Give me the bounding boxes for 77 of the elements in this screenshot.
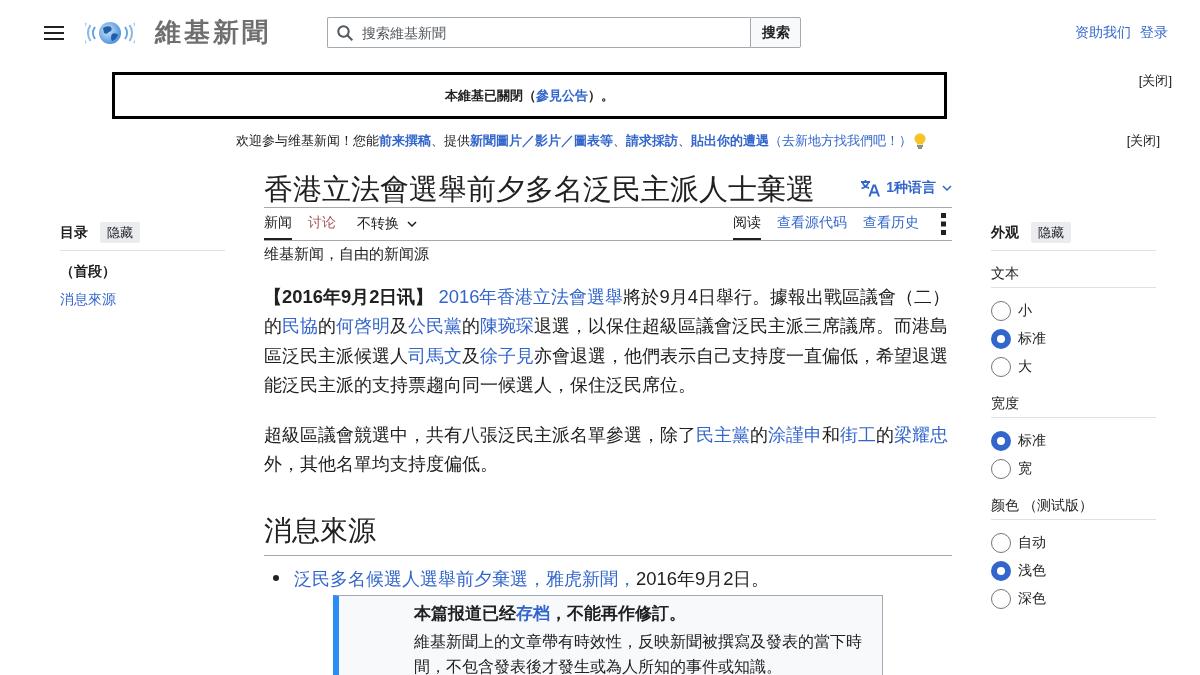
article-link[interactable]: 民主黨 [696, 424, 750, 446]
archive-text: 維基新聞上的文章帶有時效性，反映新聞被撰寫及發表的當下時間，不包含發表後才發生或為人所知的事件或知識。 [414, 631, 863, 675]
toc-item[interactable]: 消息來源 [60, 289, 116, 309]
welcome-text: 欢迎参与维基新闻！您能前来撰稿、提供新聞圖片／影片／圖表等、請求採訪、貼出你的遭遇（去新地方找我們吧！） [236, 132, 926, 150]
article-link[interactable]: 街工 [840, 424, 876, 446]
language-button[interactable]: 1种语言 [860, 179, 952, 197]
tab[interactable]: 阅读 [733, 208, 761, 240]
language-icon [860, 179, 881, 197]
bullet-icon [273, 575, 279, 582]
radio-button[interactable] [991, 561, 1011, 581]
group-label: 颜色 （测试版） [991, 495, 1156, 520]
option-label[interactable]: 大 [1018, 358, 1032, 376]
article-link[interactable]: 民協 [282, 315, 318, 337]
notice-link[interactable]: 參見公告 [536, 87, 588, 103]
menu-icon[interactable] [44, 25, 64, 40]
article-link[interactable]: 陳琬琛 [480, 315, 534, 337]
radio-button[interactable] [991, 301, 1011, 321]
option-label[interactable]: 自动 [1018, 534, 1046, 552]
header-link[interactable]: 登录 [1140, 23, 1168, 42]
option-label[interactable]: 深色 [1018, 590, 1046, 608]
page-title: 香港立法會選舉前夕多名泛民主派人士棄選 [264, 172, 815, 207]
search-button[interactable]: 搜索 [750, 17, 801, 48]
option-label[interactable]: 标准 [1018, 330, 1046, 348]
source-citation: 泛民多名候選人選舉前夕棄選，雅虎新聞，2016年9月2日。 [294, 566, 770, 591]
article-paragraph: 超級區議會競選中，共有八張泛民主派名單參選，除了民主黨的涂謹申和街工的梁耀忠 外，其他名單均支持度偏低。 [264, 423, 949, 477]
hide-button[interactable]: 隐藏 [1031, 222, 1071, 243]
chevron-down-icon [942, 185, 952, 191]
group-label: 宽度 [991, 393, 1156, 418]
radio-button[interactable] [991, 357, 1011, 377]
article-link[interactable]: 徐子見 [480, 344, 534, 366]
welcome-link[interactable]: 請求採訪 [626, 132, 678, 150]
search-field[interactable]: 搜索維基新聞 [327, 17, 750, 48]
more-icon[interactable] [941, 213, 946, 235]
group-label: 文本 [991, 263, 1156, 288]
radio-button[interactable] [991, 431, 1011, 451]
header-link[interactable]: 资助我们 [1075, 23, 1131, 42]
hide-button[interactable]: 隐藏 [100, 222, 140, 243]
article-link[interactable]: 2016年香港立法會選舉 [438, 286, 624, 307]
archive-link[interactable]: 存档 [516, 603, 550, 623]
search-icon [337, 25, 353, 41]
article-link[interactable]: 涂謹申 [768, 424, 822, 446]
radio-button[interactable] [991, 589, 1011, 609]
option-label[interactable]: 小 [1018, 302, 1032, 320]
radio-button[interactable] [991, 329, 1011, 349]
archive-title: 本篇报道已经存档，不能再作修訂。 [414, 602, 687, 625]
toc-item[interactable]: （首段） [60, 261, 116, 281]
radio-button[interactable] [991, 533, 1011, 553]
chevron-down-icon [407, 221, 417, 227]
article-paragraph: 【2016年9月2日讯】 2016年香港立法會選舉將於9月4日舉行。據報出戰區議會（二）的民協的何啓明及公民黨的陳琬琛退選，以保住超級區議會泛民主派三席議席。而港島區泛民主派候選人司馬文及徐子見亦會退選，他們表示自己支持度一直偏低，希望退選能泛民主派的支持票趨向同一候選人，保住泛民席位。 [264, 285, 951, 397]
source-link[interactable]: 泛民多名候選人選舉前夕棄選， [294, 567, 546, 589]
tab[interactable]: 查看历史 [863, 208, 919, 240]
tab[interactable]: 查看源代码 [777, 208, 847, 240]
tab[interactable]: 讨论 [308, 208, 336, 240]
source-link[interactable]: 雅虎新聞， [546, 567, 636, 589]
option-label[interactable]: 标准 [1018, 432, 1046, 450]
article-link[interactable]: 梁耀忠 [894, 424, 948, 446]
option-label[interactable]: 浅色 [1018, 562, 1046, 580]
article-link[interactable]: 公民黨 [408, 315, 462, 337]
appearance-title: 外观 [991, 223, 1019, 242]
option-label[interactable]: 宽 [1018, 460, 1032, 478]
tagline: 维基新闻，自由的新闻源 [264, 244, 430, 264]
tab[interactable]: 新闻 [264, 208, 292, 240]
notice-text: 本維基已關閉（參見公告）。 [445, 86, 614, 105]
variant-dropdown[interactable]: 不转换 [357, 215, 417, 233]
article-link[interactable]: 何啓明 [336, 315, 390, 337]
close-link[interactable]: [关闭] [1138, 72, 1172, 90]
toc-title: 目录 [60, 223, 88, 242]
welcome-link[interactable]: 前来撰稿 [379, 132, 431, 150]
welcome-link[interactable]: 貼出你的遭遇 [691, 132, 769, 150]
radio-button[interactable] [991, 459, 1011, 479]
welcome-link[interactable]: 新聞圖片／影片／圖表等 [470, 132, 613, 150]
site-logo-text[interactable]: 維基新聞 [155, 15, 271, 50]
section-heading: 消息來源 [264, 512, 952, 556]
welcome-link[interactable]: （去新地方找我們吧！） [769, 132, 912, 150]
close-link[interactable]: [关闭] [1126, 132, 1160, 150]
article-link[interactable]: 司馬文 [408, 344, 462, 366]
lightbulb-icon [914, 133, 926, 149]
